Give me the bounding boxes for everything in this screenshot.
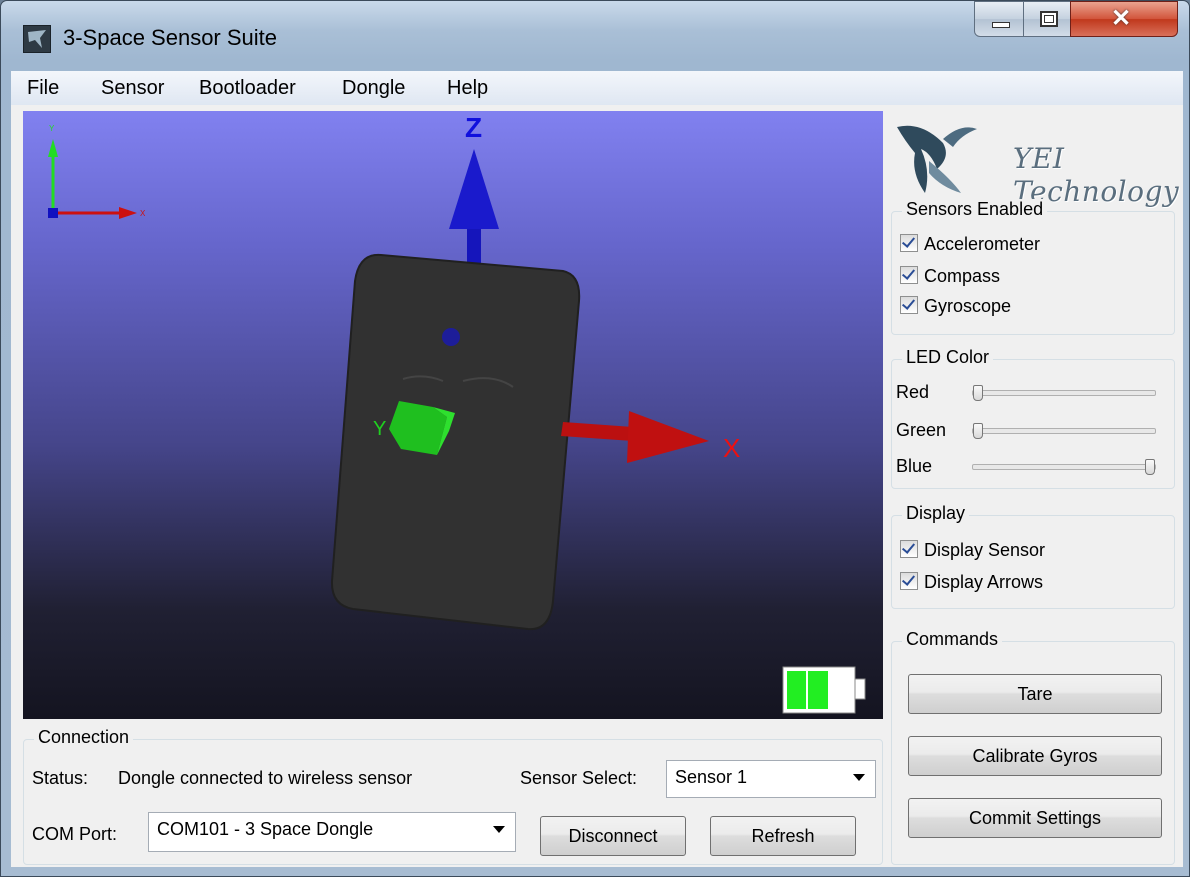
z-axis-label: Z bbox=[465, 112, 482, 143]
green-label: Green bbox=[896, 420, 947, 440]
accelerometer-label: Accelerometer bbox=[924, 234, 1041, 254]
x-axis-label: X bbox=[723, 433, 740, 463]
blue-slider[interactable] bbox=[972, 459, 1156, 475]
compass-label: Compass bbox=[924, 266, 1001, 286]
x-axis-arrow: X bbox=[561, 411, 740, 463]
connection-group: Connection Status: Dongle connected to w… bbox=[23, 727, 883, 865]
battery-icon bbox=[782, 666, 866, 714]
title-bar[interactable]: 3-Space Sensor Suite ✕ bbox=[1, 1, 1189, 69]
app-icon bbox=[23, 25, 51, 53]
display-sensor-label: Display Sensor bbox=[924, 540, 1046, 560]
display-sensor-checkbox[interactable]: Display Sensor bbox=[900, 540, 1045, 561]
menu-dongle[interactable]: Dongle bbox=[342, 77, 405, 100]
disconnect-button[interactable]: Disconnect bbox=[540, 816, 686, 856]
commands-group: Commands Tare Calibrate Gyros Commit Set… bbox=[891, 629, 1175, 865]
blue-slider-thumb[interactable] bbox=[1145, 459, 1155, 475]
maximize-button[interactable] bbox=[1023, 1, 1071, 37]
checkbox-checked-icon bbox=[900, 540, 918, 558]
z-axis-arrow: Z bbox=[449, 112, 499, 271]
minimize-icon bbox=[992, 22, 1010, 28]
sensors-enabled-title: Sensors Enabled bbox=[902, 199, 1048, 220]
compass-checkbox[interactable]: Compass bbox=[900, 266, 1000, 287]
tare-button[interactable]: Tare bbox=[908, 674, 1162, 714]
checkbox-checked-icon bbox=[900, 266, 918, 284]
accelerometer-checkbox[interactable]: Accelerometer bbox=[900, 234, 1040, 255]
display-arrows-label: Display Arrows bbox=[924, 572, 1044, 592]
sensors-enabled-group: Sensors Enabled Accelerometer Compass Gy… bbox=[891, 199, 1175, 335]
status-label: Status: bbox=[32, 768, 89, 788]
gizmo-x-label: X bbox=[140, 209, 146, 218]
display-arrows-checkbox[interactable]: Display Arrows bbox=[900, 572, 1043, 593]
display-group: Display Display Sensor Display Arrows bbox=[891, 503, 1175, 609]
com-port-dropdown[interactable]: COM101 - 3 Space Dongle bbox=[148, 812, 516, 852]
checkbox-checked-icon bbox=[900, 234, 918, 252]
display-title: Display bbox=[902, 503, 970, 524]
sensor-select-label: Sensor Select: bbox=[520, 768, 638, 788]
commands-title: Commands bbox=[902, 629, 1003, 650]
chevron-down-icon bbox=[493, 826, 505, 833]
maximize-icon bbox=[1040, 11, 1058, 27]
connection-title: Connection bbox=[34, 727, 134, 748]
3d-viewport[interactable]: Y X Z Y X bbox=[23, 111, 883, 719]
minimize-button[interactable] bbox=[974, 1, 1024, 37]
menu-help[interactable]: Help bbox=[447, 77, 488, 100]
y-axis-label: Y bbox=[373, 418, 386, 440]
main-client-area: Y X Z Y X YEI Technology Sensors Enabled… bbox=[11, 105, 1183, 867]
red-label: Red bbox=[896, 382, 930, 402]
com-port-label: COM Port: bbox=[32, 824, 118, 844]
commit-settings-button[interactable]: Commit Settings bbox=[908, 798, 1162, 838]
checkbox-checked-icon bbox=[900, 572, 918, 590]
chevron-down-icon bbox=[853, 774, 865, 781]
gizmo-y-label: Y bbox=[49, 124, 55, 133]
close-button[interactable]: ✕ bbox=[1070, 1, 1178, 37]
menu-sensor[interactable]: Sensor bbox=[101, 77, 164, 100]
menu-bootloader[interactable]: Bootloader bbox=[199, 77, 296, 100]
app-window: 3-Space Sensor Suite ✕ File Sensor Bootl… bbox=[0, 0, 1190, 877]
red-slider[interactable] bbox=[972, 385, 1156, 401]
orientation-gizmo: Y X bbox=[48, 124, 146, 219]
window-title: 3-Space Sensor Suite bbox=[63, 25, 278, 50]
com-port-value: COM101 - 3 Space Dongle bbox=[157, 819, 374, 839]
menu-file[interactable]: File bbox=[27, 77, 59, 100]
green-slider[interactable] bbox=[972, 423, 1156, 439]
close-icon: ✕ bbox=[1111, 5, 1132, 32]
menu-bar: File Sensor Bootloader Dongle Help bbox=[11, 71, 1183, 106]
red-slider-thumb[interactable] bbox=[973, 385, 983, 401]
gyroscope-label: Gyroscope bbox=[924, 296, 1012, 316]
green-slider-thumb[interactable] bbox=[973, 423, 983, 439]
refresh-button[interactable]: Refresh bbox=[710, 816, 856, 856]
sensor-select-dropdown[interactable]: Sensor 1 bbox=[666, 760, 876, 798]
checkbox-checked-icon bbox=[900, 296, 918, 314]
blue-label: Blue bbox=[896, 456, 933, 476]
calibrate-gyros-button[interactable]: Calibrate Gyros bbox=[908, 736, 1162, 776]
sensor-model: Y bbox=[330, 253, 581, 631]
gyroscope-checkbox[interactable]: Gyroscope bbox=[900, 296, 1011, 317]
led-color-group: LED Color Red Green Blue bbox=[891, 347, 1175, 489]
status-value: Dongle connected to wireless sensor bbox=[118, 768, 413, 788]
led-color-title: LED Color bbox=[902, 347, 994, 368]
sensor-select-value: Sensor 1 bbox=[675, 767, 748, 787]
